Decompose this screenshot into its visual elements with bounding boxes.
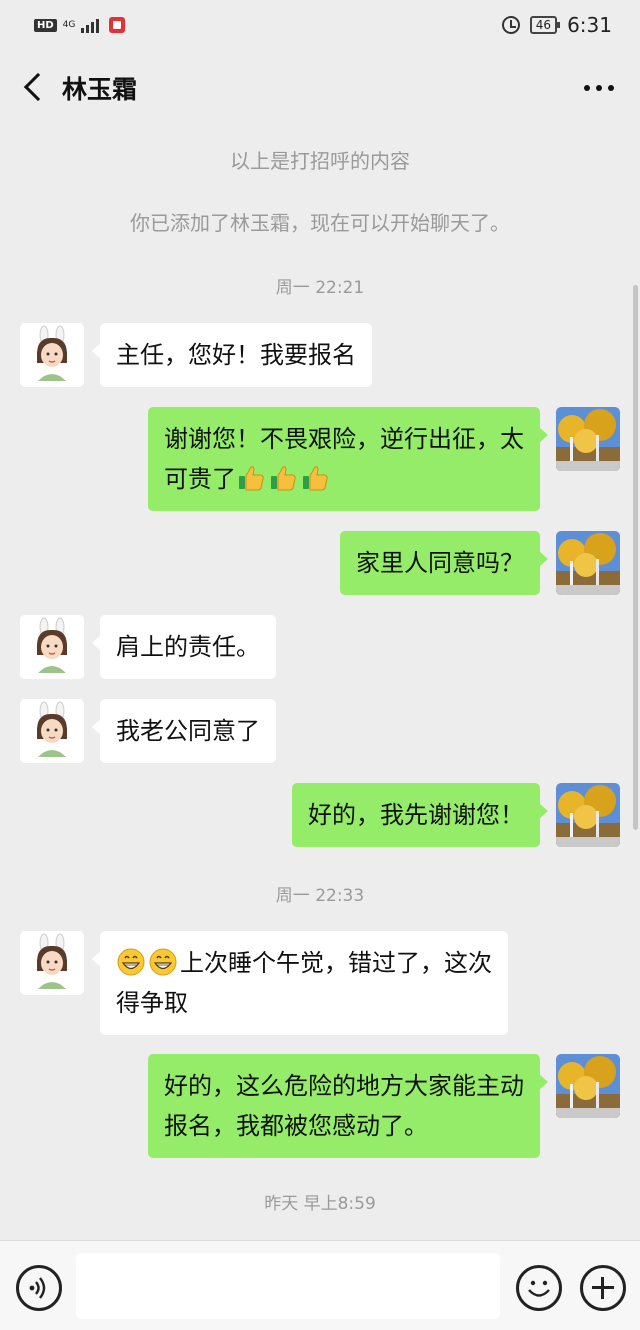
message-text: 好的，我先谢谢您！ [308,801,524,829]
message-bubble[interactable]: 肩上的责任。 [92,615,276,679]
more-options-icon[interactable] [584,85,614,91]
signal-icon [81,17,100,33]
message-bubble[interactable]: 主任，您好！我要报名 [92,323,372,387]
my-avatar[interactable] [556,531,620,595]
network-type: 4G [62,19,76,30]
my-avatar[interactable] [556,783,620,847]
message-bubble[interactable]: 好的，我先谢谢您！ [292,783,548,847]
grinning-face-icon [148,947,178,977]
message-bubble[interactable]: 上次睡个午觉，错过了，这次 得争取 [92,931,508,1035]
message-text: 我老公同意了 [116,717,260,745]
message-text-line: 上次睡个午觉，错过了，这次 [116,943,492,983]
back-icon[interactable] [12,55,62,121]
contact-avatar[interactable] [20,699,84,763]
thumbs-up-icon [236,463,266,493]
message-text-line: 谢谢您！不畏艰险，逆行出征，太 [164,425,524,453]
thumbs-up-icon [300,463,330,493]
status-time: 6:31 [567,13,612,37]
grinning-face-icon [116,947,146,977]
message-text: 可贵了 [164,465,236,493]
my-avatar[interactable] [556,407,620,471]
contact-avatar[interactable] [20,931,84,995]
contact-avatar[interactable] [20,615,84,679]
input-bar [0,1240,640,1330]
timestamp: 周一 22:21 [275,278,365,298]
message-bubble[interactable]: 谢谢您！不畏艰险，逆行出征，太 可贵了 [148,407,548,511]
message-text: 肩上的责任。 [116,633,260,661]
message-text: 家里人同意吗？ [356,549,524,577]
timestamp: 昨天 早上8:59 [264,1194,376,1214]
hd-badge: HD [34,18,57,32]
message-bubble[interactable]: 我老公同意了 [92,699,276,763]
message-text-line-2: 可贵了 [164,459,524,499]
alarm-icon [501,16,520,34]
status-right: 46 6:31 [501,13,612,37]
my-avatar[interactable] [556,1054,620,1118]
emoji-icon[interactable] [516,1265,562,1311]
status-left: HD 4G [34,17,126,33]
message-bubble[interactable]: 好的，这么危险的地方大家能主动 报名，我都被您感动了。 [148,1054,548,1158]
system-message: 以上是打招呼的内容 [230,149,410,173]
more-functions-plus-icon[interactable] [580,1265,626,1311]
chat-title: 林玉霜 [62,75,138,104]
message-text: 上次睡个午觉，错过了，这次 [180,949,492,977]
battery-icon: 46 [529,16,561,34]
message-text-line-2: 报名，我都被您感动了。 [164,1112,428,1140]
scrollbar[interactable] [633,285,638,830]
voice-input-icon[interactable] [16,1265,62,1311]
message-text-line: 好的，这么危险的地方大家能主动 [164,1072,524,1100]
message-text: 主任，您好！我要报名 [116,341,356,369]
message-input[interactable] [76,1253,500,1319]
status-bar: HD 4G 46 6:31 [0,0,640,50]
message-text-line-2: 得争取 [116,989,188,1017]
chat-header: 林玉霜 [0,55,640,121]
timestamp: 周一 22:33 [275,886,365,906]
thumbs-up-icon [268,463,298,493]
chat-message-list[interactable]: 以上是打招呼的内容 你已添加了林玉霜，现在可以开始聊天了。 周一 22:21 主… [0,121,640,1239]
system-message: 你已添加了林玉霜，现在可以开始聊天了。 [130,211,510,235]
app-notification-icon [109,17,126,33]
message-bubble[interactable]: 家里人同意吗？ [340,531,548,595]
contact-avatar[interactable] [20,323,84,387]
